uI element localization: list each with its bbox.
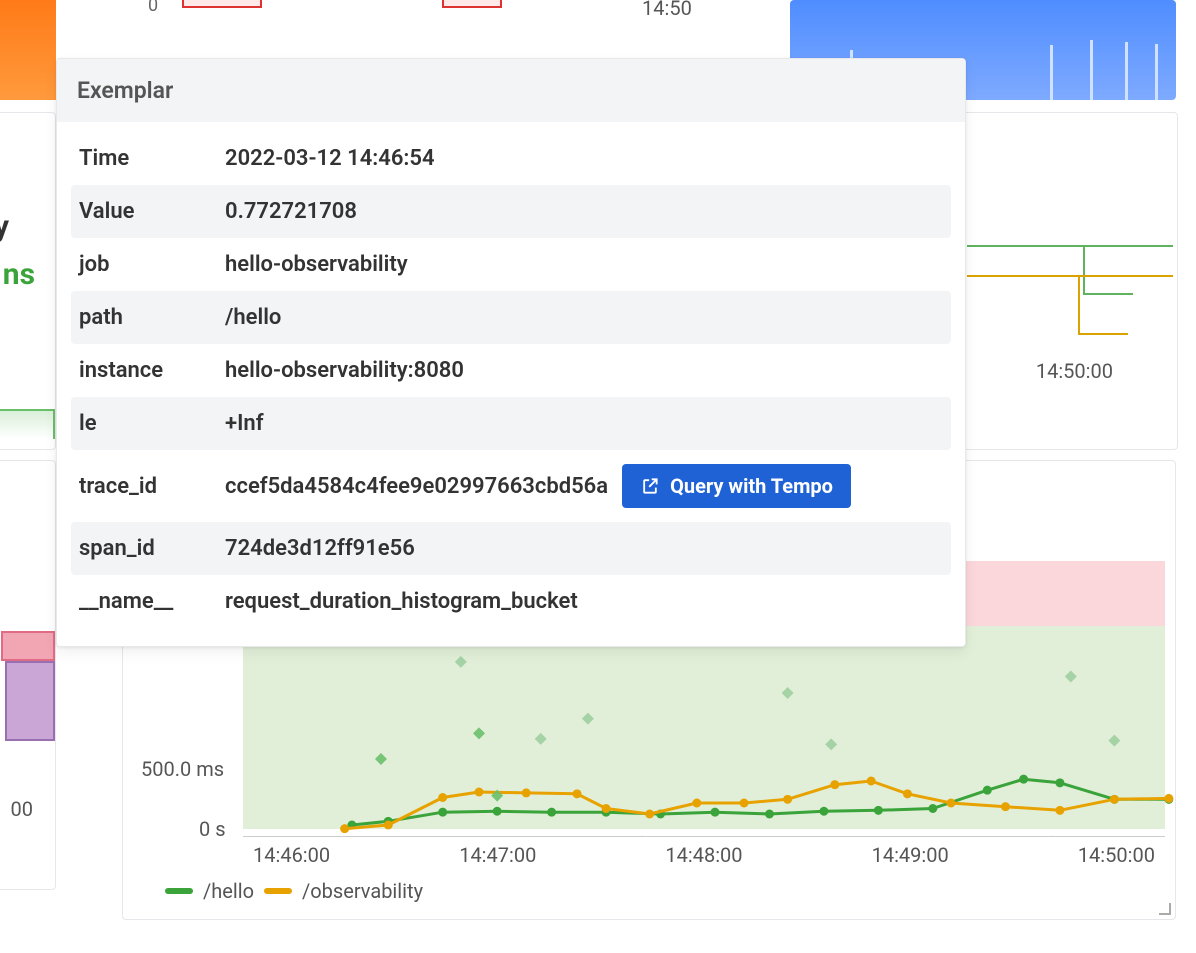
row-value: ccef5da4584c4fee9e02997663cbd56a — [225, 474, 608, 499]
legend-swatch-hello — [165, 888, 193, 894]
panel-resize-handle[interactable] — [1155, 899, 1171, 915]
row-value: 2022-03-12 14:46:54 — [225, 146, 943, 171]
x-axis-line — [243, 836, 1165, 837]
row-value: hello-observability:8080 — [225, 358, 943, 383]
x-tick-label: 14:50 — [642, 0, 692, 20]
x-tick: 14:46:00 — [253, 843, 330, 867]
bg-orange-panel — [0, 0, 56, 100]
x-tick-label: 14:50:00 — [1036, 359, 1113, 383]
row-key: Value — [79, 199, 225, 224]
exemplar-row-path: path /hello — [71, 291, 951, 344]
exemplar-row-le: le +Inf — [71, 397, 951, 450]
red-bar-1 — [182, 0, 262, 8]
row-key: instance — [79, 358, 225, 383]
x-tick-labels: 14:46:00 14:47:00 14:48:00 14:49:00 14:5… — [243, 843, 1165, 867]
x-tick: 14:47:00 — [459, 843, 536, 867]
exemplar-row-trace-id: trace_id ccef5da4584c4fee9e02997663cbd56… — [71, 450, 951, 522]
y-tick-label: 500.0 ms — [141, 757, 224, 781]
button-label: Query with Tempo — [670, 474, 833, 498]
row-value: hello-observability — [225, 252, 943, 277]
chart-legend: /hello /observability — [165, 879, 423, 903]
stat-unit: ns — [3, 257, 35, 292]
tooltip-rows: Time 2022-03-12 14:46:54 Value 0.7727217… — [57, 122, 965, 646]
row-key: job — [79, 252, 225, 277]
exemplar-tooltip: Exemplar Time 2022-03-12 14:46:54 Value … — [56, 58, 966, 647]
red-bar-2 — [442, 0, 502, 8]
row-value: /hello — [225, 305, 943, 330]
stat-text: y — [0, 209, 9, 244]
row-key: path — [79, 305, 225, 330]
purple-bar — [5, 661, 55, 741]
exemplar-row-name: __name__ request_duration_histogram_buck… — [71, 575, 951, 628]
x-tick: 14:50:00 — [1078, 843, 1155, 867]
exemplar-row-span-id: span_id 724de3d12ff91e56 — [71, 522, 951, 575]
x-tick-label: 00 — [11, 797, 33, 821]
exemplar-row-time: Time 2022-03-12 14:46:54 — [71, 132, 951, 185]
bg-left-stat-panel: y ns — [0, 112, 56, 450]
exemplar-row-instance: instance hello-observability:8080 — [71, 344, 951, 397]
exemplar-row-job: job hello-observability — [71, 238, 951, 291]
legend-label: /hello — [203, 879, 254, 903]
x-tick: 14:49:00 — [872, 843, 949, 867]
pink-bar — [1, 631, 55, 661]
mini-plot — [967, 233, 1173, 353]
bg-right-mini-panel: 14:50:00 — [962, 112, 1178, 450]
row-value: 724de3d12ff91e56 — [225, 536, 943, 561]
row-value: 0.772721708 — [225, 199, 943, 224]
legend-swatch-observability — [264, 888, 292, 894]
row-key: Time — [79, 146, 225, 171]
row-key: span_id — [79, 536, 225, 561]
query-with-tempo-button[interactable]: Query with Tempo — [622, 464, 851, 508]
exemplar-row-value: Value 0.772721708 — [71, 185, 951, 238]
row-value: request_duration_histogram_bucket — [225, 589, 943, 614]
tooltip-title: Exemplar — [57, 59, 965, 122]
legend-label: /observability — [302, 879, 423, 903]
x-tick: 14:48:00 — [665, 843, 742, 867]
bg-top-mini-chart: 0 14:50 — [122, 0, 762, 40]
row-key: __name__ — [79, 589, 225, 614]
external-link-icon — [640, 476, 660, 496]
y-tick-label: 0 s — [199, 817, 226, 841]
row-key: trace_id — [79, 474, 225, 499]
bg-left-lower-panel: 00 — [0, 460, 56, 890]
row-value: +Inf — [225, 411, 943, 436]
row-key: le — [79, 411, 225, 436]
y-zero-label: 0 — [148, 0, 158, 16]
sparkline-green — [0, 409, 55, 439]
